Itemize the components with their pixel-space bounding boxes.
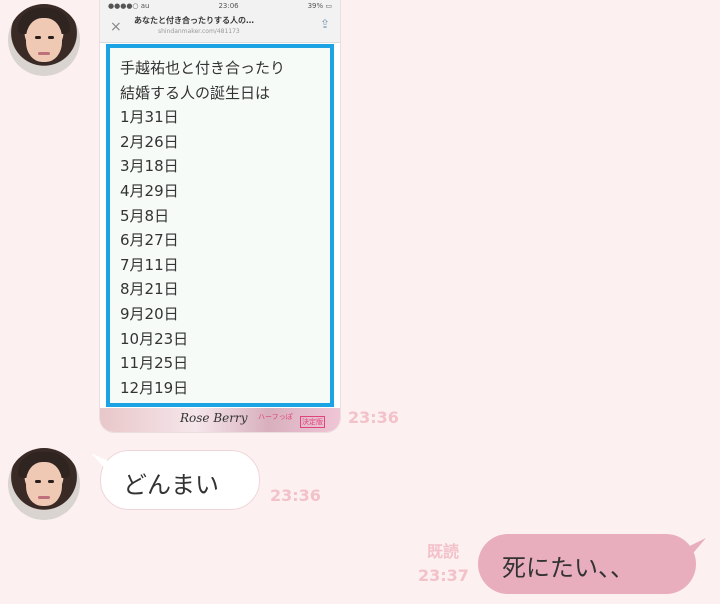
result-line: 10月23日 bbox=[120, 329, 189, 348]
image-url-bar: × あなたと付き合ったりする人の… shindanmaker.com/48117… bbox=[100, 12, 340, 43]
image-status-time: 23:06 bbox=[218, 2, 239, 10]
result-line: 7月11日 bbox=[120, 255, 179, 274]
image-page-title: あなたと付き合ったりする人の… bbox=[134, 16, 254, 25]
outgoing-message-bubble[interactable]: 死にたい、、 bbox=[478, 534, 696, 594]
battery-indicator: 39% ▭ bbox=[307, 2, 332, 10]
contact-avatar[interactable] bbox=[8, 4, 80, 76]
image-timestamp: 23:36 bbox=[348, 408, 399, 427]
result-line: 4月29日 bbox=[120, 181, 179, 200]
result-line: 8月21日 bbox=[120, 280, 179, 299]
ad-banner: Rose Berry ハーフっぽ 決定版 bbox=[100, 408, 340, 432]
result-line: 6月27日 bbox=[120, 231, 179, 250]
result-line: 結婚する人の誕生日は bbox=[120, 83, 271, 102]
avatar-eye bbox=[48, 36, 54, 39]
result-card: 手越祐也と付き合ったり 結婚する人の誕生日は 1月31日 2月26日 3月18日… bbox=[106, 44, 334, 407]
incoming-message-text: どんまい bbox=[123, 471, 219, 499]
avatar-face bbox=[26, 462, 62, 506]
ad-tag-badge: 決定版 bbox=[300, 416, 325, 428]
avatar-eye bbox=[48, 480, 54, 483]
signal-indicator: ●●●●○ au bbox=[108, 2, 150, 10]
result-line: 1月31日 bbox=[120, 108, 179, 127]
share-icon: ⇪ bbox=[319, 17, 330, 31]
avatar-eye bbox=[35, 480, 41, 483]
avatar-mouth bbox=[38, 52, 50, 55]
result-line: 9月20日 bbox=[120, 304, 179, 323]
outgoing-timestamp: 23:37 bbox=[418, 566, 469, 585]
result-line: 2月26日 bbox=[120, 132, 179, 151]
result-line: 11月25日 bbox=[120, 354, 189, 373]
close-icon: × bbox=[110, 19, 122, 35]
ad-tag: ハーフっぽ bbox=[258, 413, 293, 421]
contact-avatar[interactable] bbox=[8, 448, 80, 520]
avatar-face bbox=[26, 18, 62, 62]
ad-brand: Rose Berry bbox=[180, 411, 248, 425]
result-line: 5月8日 bbox=[120, 206, 170, 225]
read-receipt: 既読 bbox=[427, 542, 460, 561]
outgoing-message-text: 死にたい、、 bbox=[502, 554, 634, 582]
image-status-bar: ●●●●○ au 23:06 39% ▭ bbox=[100, 0, 340, 12]
image-page-url: shindanmaker.com/481173 bbox=[158, 28, 240, 35]
incoming-timestamp: 23:36 bbox=[270, 486, 321, 505]
avatar-mouth bbox=[38, 496, 50, 499]
avatar-eye bbox=[35, 36, 41, 39]
result-line: 手越祐也と付き合ったり bbox=[120, 59, 286, 77]
result-line: 12月19日 bbox=[120, 378, 189, 397]
incoming-message-bubble[interactable]: どんまい bbox=[100, 450, 260, 510]
shared-image-message[interactable]: ●●●●○ au 23:06 39% ▭ × あなたと付き合ったりする人の… s… bbox=[100, 0, 340, 432]
result-line: 3月18日 bbox=[120, 157, 179, 176]
